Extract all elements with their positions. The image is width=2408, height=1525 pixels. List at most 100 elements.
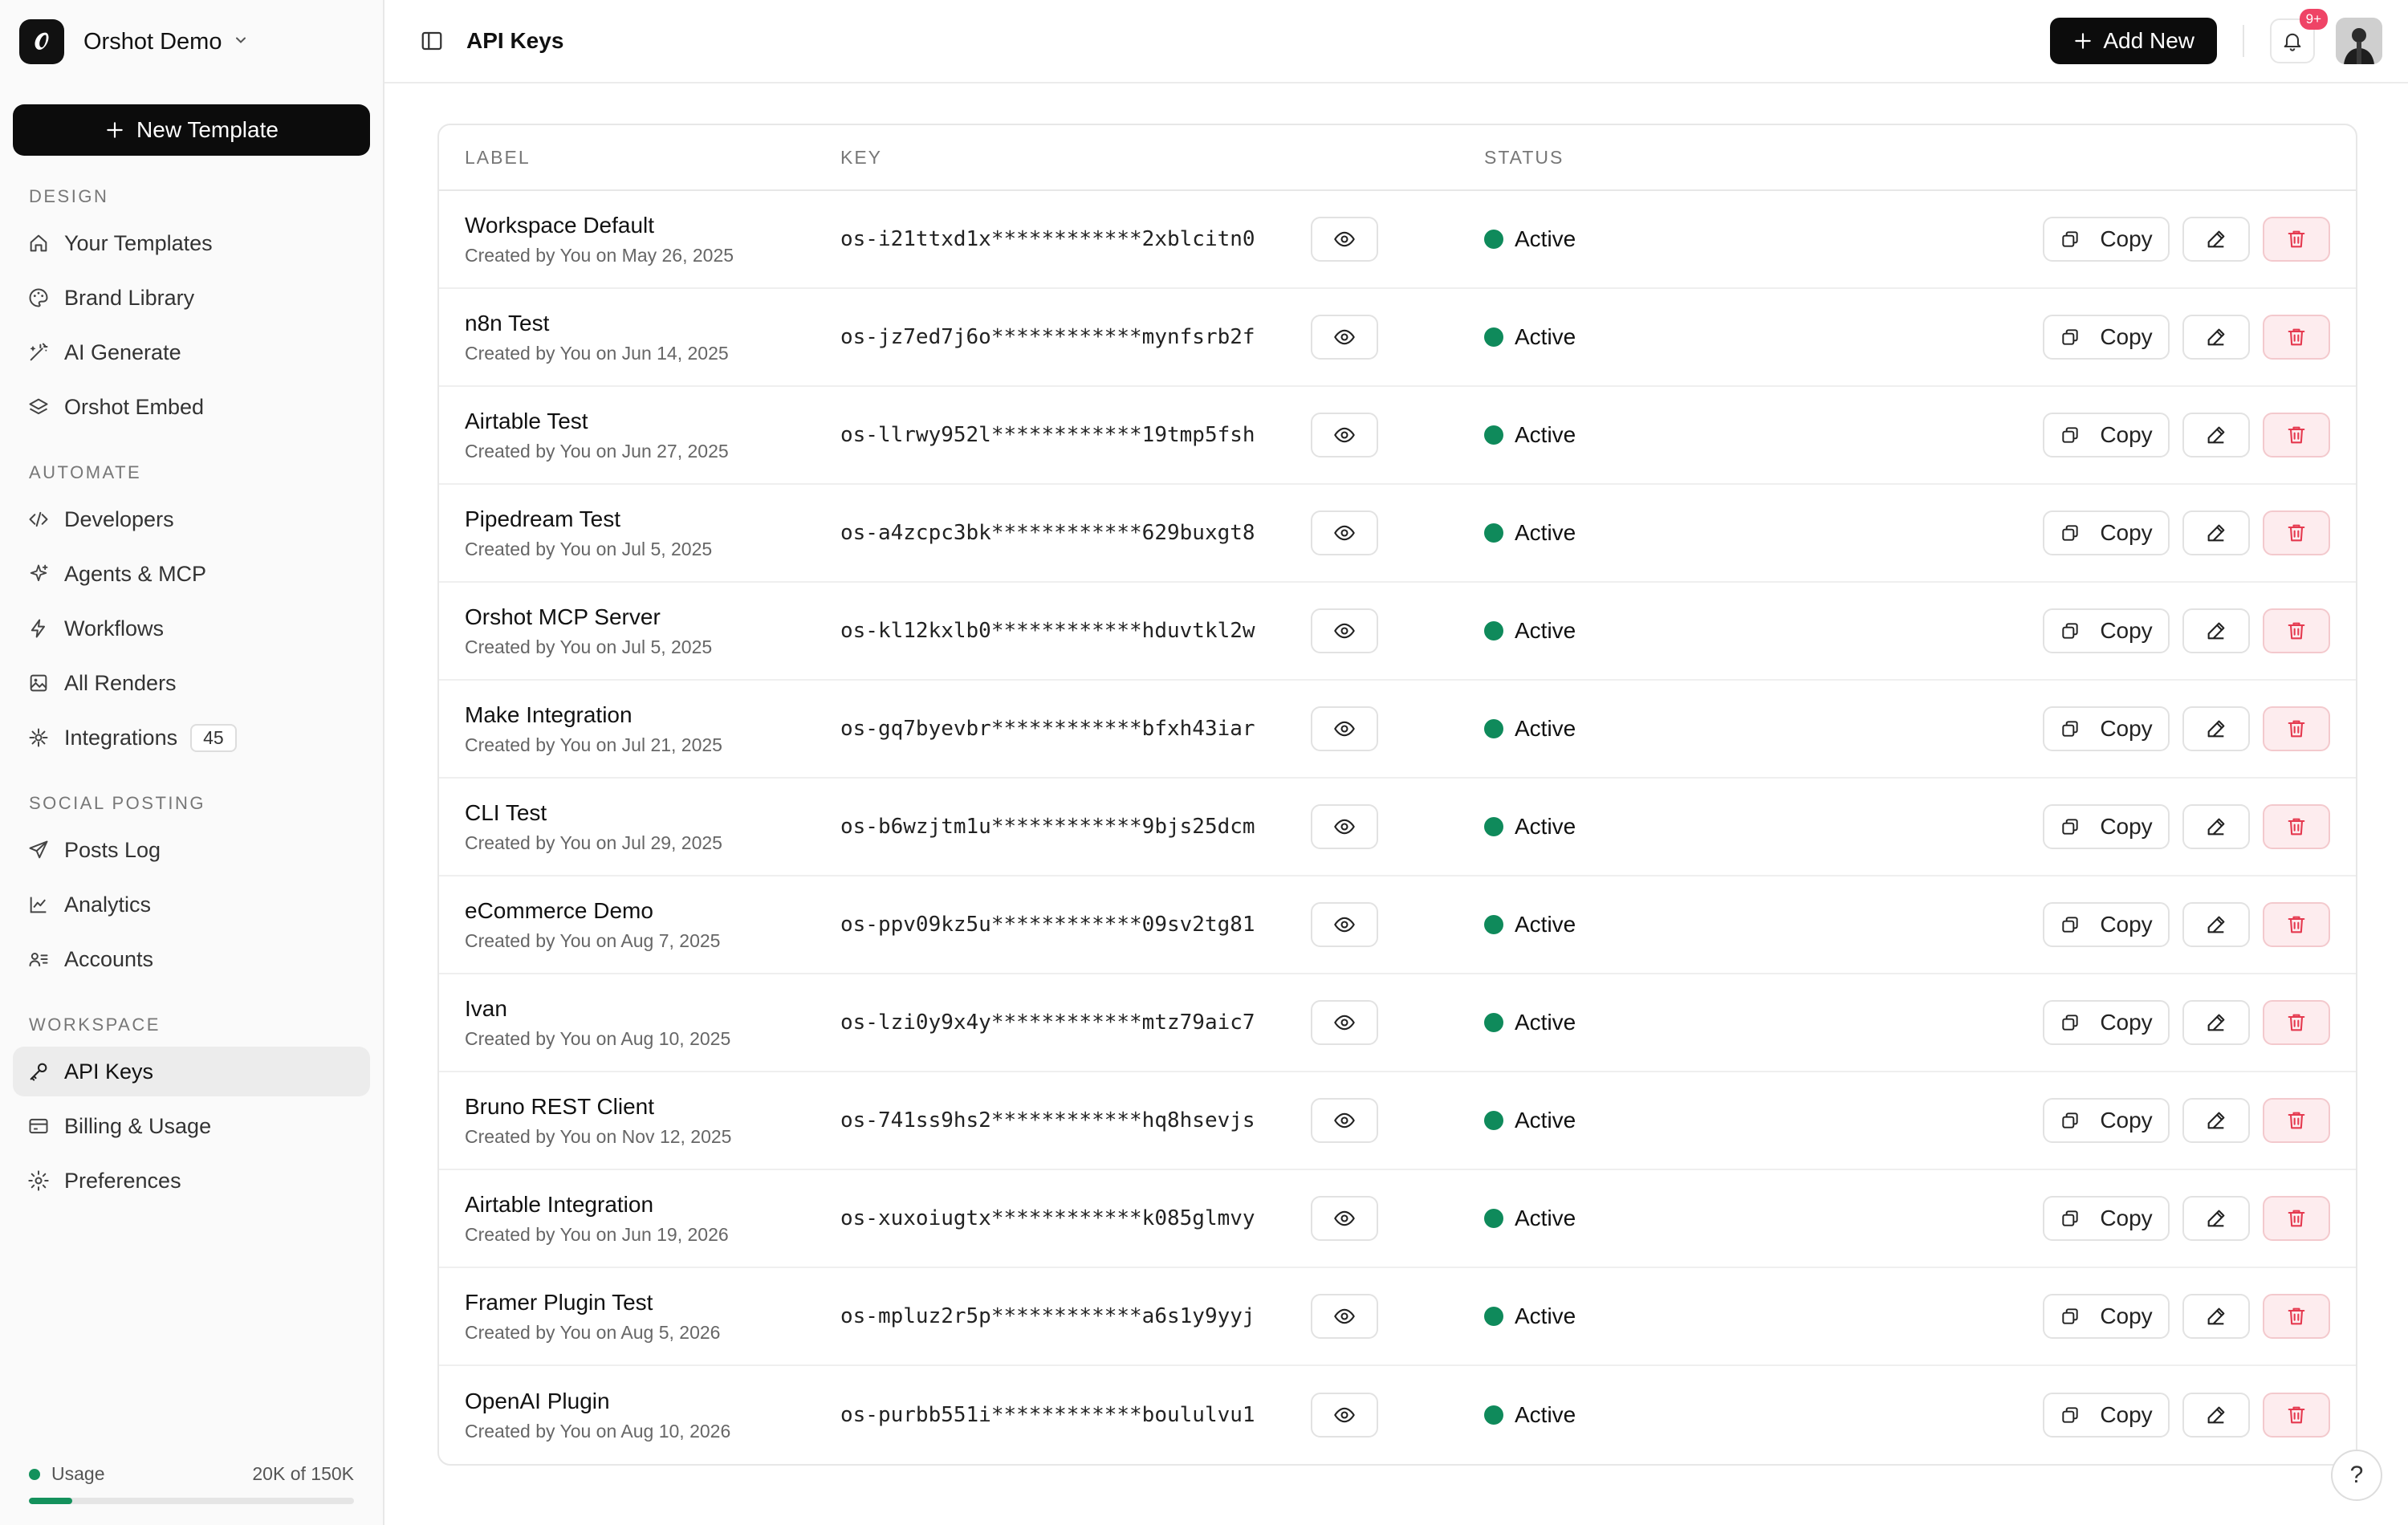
copy-key-button[interactable]: Copy [2043,510,2170,555]
reveal-key-button[interactable] [1311,1393,1378,1438]
table-header: LABEL KEY STATUS [439,125,2356,191]
edit-key-button[interactable] [2182,1000,2250,1045]
sidebar-item-api-keys[interactable]: API Keys [13,1047,370,1096]
reveal-key-button[interactable] [1311,804,1378,849]
delete-key-button[interactable] [2263,1393,2330,1438]
reveal-key-button[interactable] [1311,1294,1378,1339]
delete-key-button[interactable] [2263,510,2330,555]
sidebar-item-brand-library[interactable]: Brand Library [13,273,370,323]
reveal-key-button[interactable] [1311,413,1378,458]
copy-key-button[interactable]: Copy [2043,413,2170,458]
copy-key-button[interactable]: Copy [2043,804,2170,849]
delete-key-button[interactable] [2263,706,2330,751]
status-dot [1484,817,1503,836]
pencil-icon [2205,1305,2227,1328]
edit-key-button[interactable] [2182,1098,2250,1143]
sidebar-item-billing-usage[interactable]: Billing & Usage [13,1101,370,1151]
sidebar-item-your-templates[interactable]: Your Templates [13,218,370,268]
label-cell: n8n Test Created by You on Jun 14, 2025 [439,311,840,364]
delete-key-button[interactable] [2263,217,2330,262]
notifications-button[interactable]: 9+ [2270,9,2328,63]
edit-key-button[interactable] [2182,413,2250,458]
copy-key-button[interactable]: Copy [2043,1294,2170,1339]
reveal-key-button[interactable] [1311,706,1378,751]
reveal-key-button[interactable] [1311,902,1378,947]
delete-key-button[interactable] [2263,902,2330,947]
table-row: CLI Test Created by You on Jul 29, 2025 … [439,779,2356,876]
delete-key-button[interactable] [2263,1196,2330,1241]
reveal-key-button[interactable] [1311,217,1378,262]
sidebar-item-all-renders[interactable]: All Renders [13,658,370,708]
reveal-key-button[interactable] [1311,1000,1378,1045]
edit-key-button[interactable] [2182,1196,2250,1241]
copy-key-button[interactable]: Copy [2043,217,2170,262]
copy-key-button[interactable]: Copy [2043,706,2170,751]
reveal-key-button[interactable] [1311,608,1378,653]
sidebar-item-agents-mcp[interactable]: Agents & MCP [13,549,370,599]
edit-key-button[interactable] [2182,1393,2250,1438]
key-created-info: Created by You on Aug 5, 2026 [465,1321,721,1343]
key-label: OpenAI Plugin [465,1388,610,1413]
delete-key-button[interactable] [2263,315,2330,360]
reveal-key-button[interactable] [1311,510,1378,555]
label-cell: eCommerce Demo Created by You on Aug 7, … [439,898,840,952]
new-template-button[interactable]: New Template [13,104,370,156]
edit-key-button[interactable] [2182,608,2250,653]
sidebar-item-accounts[interactable]: Accounts [13,934,370,984]
reveal-key-button[interactable] [1311,1098,1378,1143]
trash-icon [2285,1207,2308,1230]
delete-key-button[interactable] [2263,413,2330,458]
sidebar-item-label: AI Generate [64,340,181,364]
sidebar-item-ai-generate[interactable]: AI Generate [13,327,370,377]
sidebar-item-analytics[interactable]: Analytics [13,880,370,929]
app-root: Orshot Demo New Template DESIGN Your Temp… [0,0,2408,1525]
page-title: API Keys [466,28,564,53]
reveal-key-button[interactable] [1311,315,1378,360]
sidebar-item-label: Preferences [64,1168,181,1193]
reveal-key-button[interactable] [1311,1196,1378,1241]
key-cell: os-kl12kxlb0************hduvtkl2w [840,608,1484,653]
help-button[interactable]: ? [2331,1450,2382,1501]
delete-key-button[interactable] [2263,608,2330,653]
copy-key-button[interactable]: Copy [2043,1196,2170,1241]
label-cell: Ivan Created by You on Aug 10, 2025 [439,996,840,1050]
sidebar-item-label: Your Templates [64,230,213,255]
copy-key-button[interactable]: Copy [2043,1393,2170,1438]
copy-key-button[interactable]: Copy [2043,1098,2170,1143]
workspace-switcher[interactable]: Orshot Demo [0,0,383,83]
sidebar-item-workflows[interactable]: Workflows [13,604,370,653]
copy-key-button[interactable]: Copy [2043,902,2170,947]
sidebar-item-posts-log[interactable]: Posts Log [13,825,370,875]
copy-key-button[interactable]: Copy [2043,1000,2170,1045]
edit-key-button[interactable] [2182,706,2250,751]
delete-key-button[interactable] [2263,804,2330,849]
copy-key-button[interactable]: Copy [2043,608,2170,653]
edit-key-button[interactable] [2182,902,2250,947]
sidebar-item-label: All Renders [64,670,177,695]
delete-key-button[interactable] [2263,1098,2330,1143]
sidebar-toggle-icon[interactable] [420,29,444,53]
delete-key-button[interactable] [2263,1294,2330,1339]
key-cell: os-ppv09kz5u************09sv2tg81 [840,902,1484,947]
usage-label: Usage [51,1463,105,1484]
edit-key-button[interactable] [2182,1294,2250,1339]
key-created-info: Created by You on Nov 12, 2025 [465,1125,732,1147]
add-new-button[interactable]: Add New [2050,18,2217,64]
plus-icon [2075,33,2092,49]
edit-key-button[interactable] [2182,315,2250,360]
edit-key-button[interactable] [2182,510,2250,555]
sidebar-item-orshot-embed[interactable]: Orshot Embed [13,382,370,432]
key-label: Workspace Default [465,212,655,238]
sidebar-item-integrations[interactable]: Integrations 45 [13,713,370,762]
user-avatar[interactable] [2336,18,2382,64]
delete-key-button[interactable] [2263,1000,2330,1045]
masked-key: os-ppv09kz5u************09sv2tg81 [840,913,1255,937]
copy-key-button[interactable]: Copy [2043,315,2170,360]
sidebar-item-preferences[interactable]: Preferences [13,1156,370,1206]
sidebar-item-developers[interactable]: Developers [13,494,370,544]
status-cell: Active [1484,1402,1725,1428]
edit-key-button[interactable] [2182,217,2250,262]
key-cell: os-mpluz2r5p************a6s1y9yyj [840,1294,1484,1339]
edit-key-button[interactable] [2182,804,2250,849]
status-text: Active [1515,618,1576,643]
